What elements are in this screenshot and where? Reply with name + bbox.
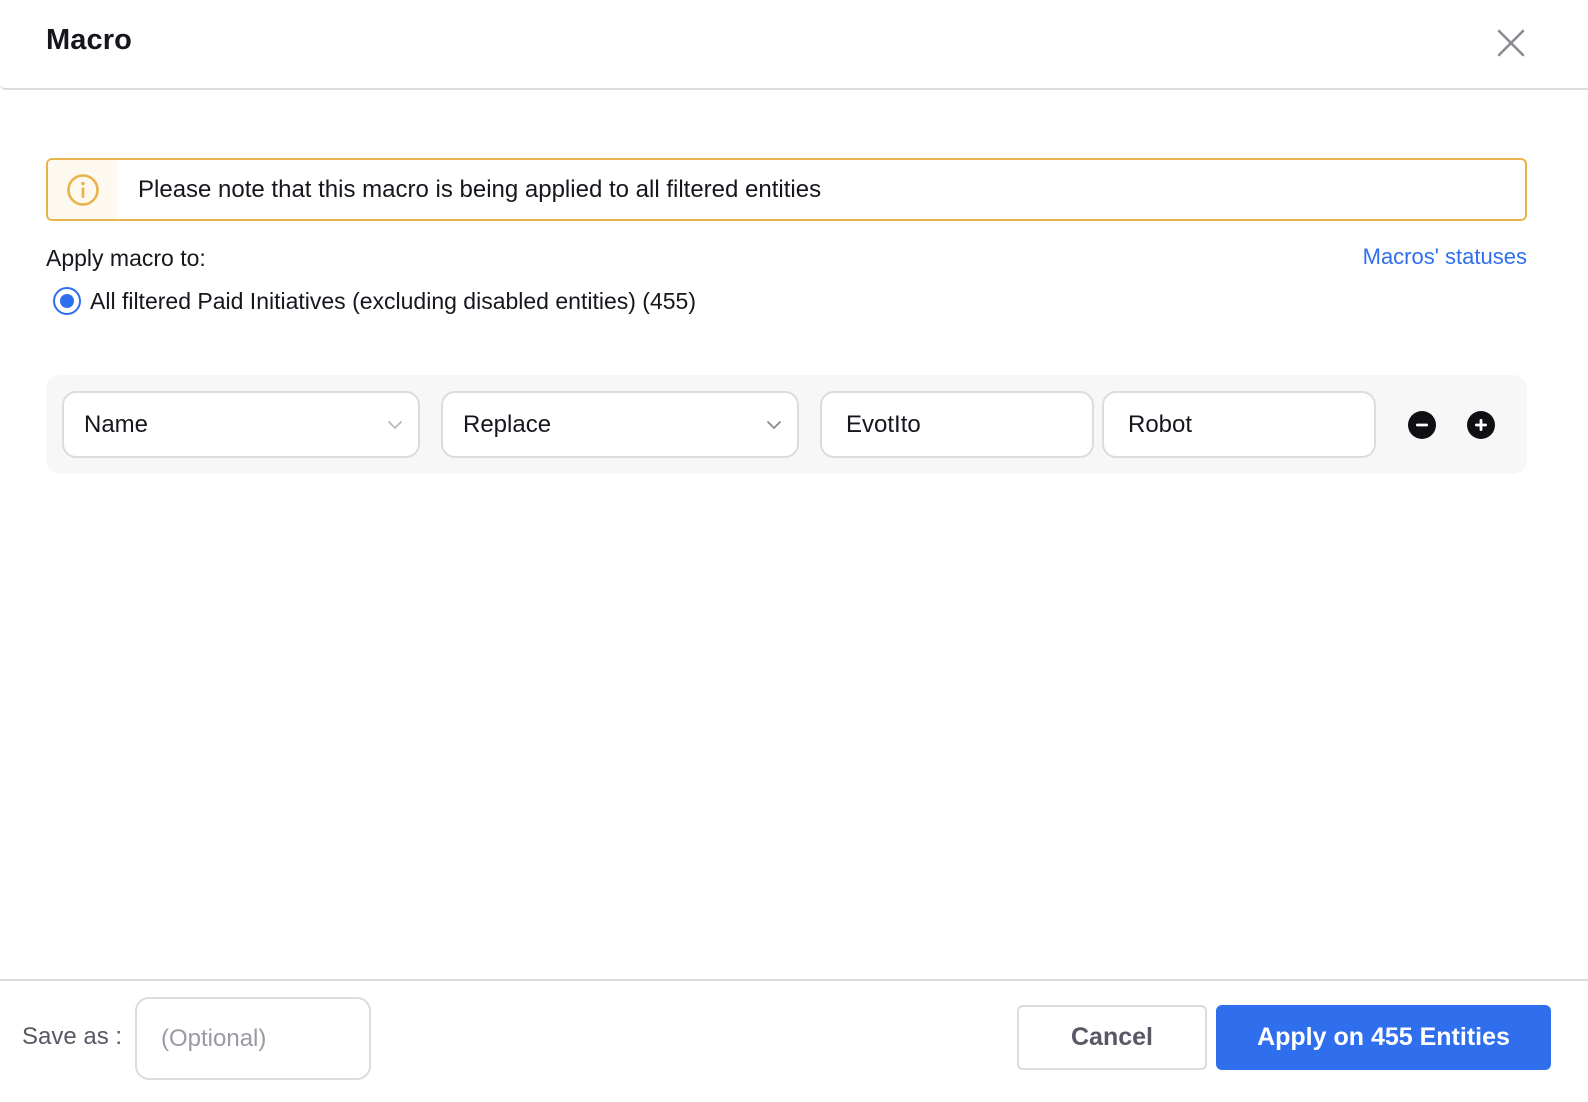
operation-select-value: Replace — [463, 410, 552, 438]
radio-button[interactable] — [53, 287, 81, 315]
cancel-button[interactable]: Cancel — [1017, 1005, 1207, 1070]
plus-circle-icon — [1475, 419, 1487, 431]
close-icon — [1497, 29, 1525, 57]
save-as-label: Save as : — [22, 1023, 123, 1050]
macro-modal: Macro Please note that this macro is bei… — [0, 0, 1588, 1102]
field-select-value: Name — [84, 410, 149, 438]
chevron-down-icon — [388, 420, 402, 429]
radio-option-all-filtered[interactable]: All filtered Paid Initiatives (excluding… — [53, 287, 696, 315]
add-rule-button[interactable] — [1467, 411, 1495, 439]
find-text-input[interactable]: EvotIto — [820, 391, 1094, 458]
modal-title: Macro — [46, 24, 132, 56]
apply-button[interactable]: Apply on 455 Entities — [1216, 1005, 1551, 1070]
radio-option-label: All filtered Paid Initiatives (excluding… — [90, 287, 696, 314]
field-select[interactable]: Name — [62, 391, 420, 458]
replace-text-input[interactable]: Robot — [1102, 391, 1376, 458]
operation-select[interactable]: Replace — [441, 391, 799, 458]
replace-text-value: Robot — [1128, 410, 1193, 438]
radio-selected-dot — [60, 294, 74, 308]
apply-macro-label: Apply macro to: — [46, 245, 206, 271]
modal-footer: Save as : Cancel Apply on 455 Entities — [0, 979, 1588, 1102]
remove-rule-button[interactable] — [1408, 411, 1436, 439]
minus-circle-icon — [1416, 423, 1428, 427]
warning-banner: Please note that this macro is being app… — [46, 158, 1527, 221]
macros-statuses-link[interactable]: Macros' statuses — [1363, 244, 1527, 270]
modal-header: Macro — [0, 0, 1588, 90]
save-as-input[interactable] — [135, 997, 371, 1080]
close-button[interactable] — [1494, 26, 1528, 60]
banner-icon-container — [48, 160, 117, 219]
macro-rule-row: Name Replace EvotIto Robot — [46, 375, 1527, 474]
chevron-down-icon — [767, 420, 781, 429]
banner-message: Please note that this macro is being app… — [138, 175, 822, 203]
find-text-value: EvotIto — [846, 410, 921, 438]
info-circle-icon — [66, 173, 99, 206]
